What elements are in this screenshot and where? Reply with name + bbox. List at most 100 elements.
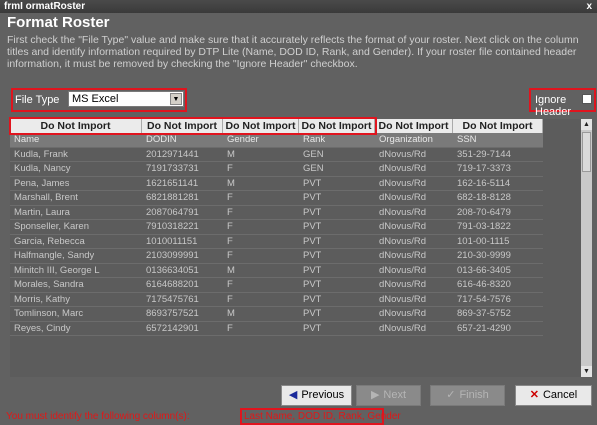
file-type-label: File Type (15, 94, 60, 106)
chevron-down-icon[interactable]: ▼ (170, 93, 182, 105)
table-cell: 682-18-8128 (457, 192, 511, 203)
scroll-thumb[interactable] (582, 132, 591, 172)
table-cell: 1010011151 (146, 235, 198, 247)
table-cell: Minitch III, George L (14, 264, 100, 276)
table-header-row: Name DODIN Gender Rank Organization SSN (10, 133, 543, 148)
table-cell: dNovus/Rd (379, 177, 426, 189)
table-cell: PVT (303, 206, 322, 218)
scroll-up-icon[interactable]: ▲ (581, 119, 592, 130)
table-cell: GEN (303, 163, 324, 174)
table-cell: 210-30-9999 (457, 250, 511, 261)
finish-label: Finish (459, 389, 489, 401)
table-cell: Kudla, Frank (14, 148, 68, 160)
table-cell: PVT (303, 308, 322, 319)
table-cell: 6821881281 (146, 192, 199, 203)
table-cell: 719-17-3373 (457, 163, 511, 174)
table-cell: PVT (303, 322, 322, 334)
x-icon: ✕ (529, 389, 539, 401)
table-cell: 657-21-4290 (457, 322, 511, 334)
table-cell: PVT (303, 264, 322, 276)
table-cell: Kudla, Nancy (14, 163, 71, 174)
column-header-6[interactable]: Do Not Import (453, 119, 543, 133)
table-cell: 2087064791 (146, 206, 199, 218)
table-cell: SSN (457, 134, 477, 145)
table-row: Sponseller, Karen 7910318221 F PVT dNovus/Rd… (10, 220, 543, 235)
table-cell: Halfmangle, Sandy (14, 250, 95, 261)
file-type-value: MS Excel (72, 93, 119, 105)
table-cell: PVT (303, 279, 322, 290)
table-cell: 7191733731 (146, 163, 199, 174)
file-type-select[interactable]: MS Excel ▼ (68, 91, 184, 107)
table-cell: PVT (303, 235, 322, 247)
table-cell: Garcia, Rebecca (14, 235, 85, 247)
table-cell: M (227, 177, 235, 189)
cancel-label: Cancel (542, 389, 578, 401)
page-title: Format Roster (7, 14, 110, 31)
vertical-scrollbar[interactable]: ▲ ▼ (581, 119, 592, 377)
table-cell: 1621651141 (146, 177, 199, 189)
scroll-down-icon[interactable]: ▼ (581, 366, 592, 377)
table-cell: Pena, James (14, 177, 70, 189)
table-cell: PVT (303, 177, 322, 189)
table-cell: 7175475761 (146, 293, 199, 305)
format-roster-window: frmI ormatRoster x Format Roster First c… (0, 0, 597, 425)
table-row: Morris, Kathy 7175475761 F PVT dNovus/Rd 717-… (10, 293, 543, 307)
table-row: Minitch III, George L 0136634051 M PVT dNovu… (10, 264, 543, 278)
previous-label: Previous (301, 389, 345, 401)
arrow-left-icon: ◀ (288, 389, 298, 401)
table-cell: 013-66-3405 (457, 264, 511, 276)
table-cell: F (227, 235, 233, 247)
table-cell: 7910318221 (146, 221, 199, 232)
table-cell: F (227, 293, 233, 305)
table-cell: 6572142901 (146, 322, 199, 334)
footer-required-columns: Last Name, DOD ID, Rank, Gender (244, 411, 401, 422)
table-cell: dNovus/Rd (379, 293, 426, 305)
table-cell: F (227, 206, 233, 218)
close-icon[interactable]: x (586, 0, 592, 13)
table-cell: Marshall, Brent (14, 192, 78, 203)
table-row: Kudla, Frank 2012971441 M GEN dNovus/Rd 351-2… (10, 148, 543, 162)
table-cell: Tomlinson, Marc (14, 308, 84, 319)
table-cell: M (227, 308, 235, 319)
table-cell: 869-37-5752 (457, 308, 511, 319)
table-cell: F (227, 279, 233, 290)
table-row: Tomlinson, Marc 8693757521 M PVT dNovus/Rd 86… (10, 307, 543, 322)
table-cell: 717-54-7576 (457, 293, 511, 305)
table-cell: 101-00-1115 (457, 235, 510, 247)
table-cell: Sponseller, Karen (14, 221, 89, 232)
table-cell: Name (14, 134, 40, 145)
table-cell: 616-46-8320 (457, 279, 511, 290)
table-cell: 2103099991 (146, 250, 199, 261)
table-cell: PVT (303, 221, 322, 232)
table-cell: dNovus/Rd (379, 192, 426, 203)
table-row: Halfmangle, Sandy 2103099991 F PVT dNovus/Rd… (10, 249, 543, 264)
table-cell: Organization (379, 134, 433, 145)
table-cell: dNovus/Rd (379, 250, 426, 261)
table-row: Marshall, Brent 6821881281 F PVT dNovus/Rd 68… (10, 191, 543, 206)
window-title: frmI ormatRoster (4, 1, 86, 12)
table-cell: Morales, Sandra (14, 279, 84, 290)
previous-button[interactable]: ◀ Previous (281, 385, 352, 406)
table-cell: PVT (303, 250, 322, 261)
table-cell: F (227, 163, 233, 174)
table-cell: dNovus/Rd (379, 148, 426, 160)
ignore-header-checkbox[interactable] (582, 94, 592, 104)
table-cell: F (227, 250, 233, 261)
next-button[interactable]: ▶ Next (356, 385, 421, 406)
table-cell: dNovus/Rd (379, 235, 426, 247)
table-cell: F (227, 192, 233, 203)
cancel-button[interactable]: ✕ Cancel (515, 385, 592, 406)
table-cell: F (227, 221, 233, 232)
arrow-right-icon: ▶ (370, 389, 380, 401)
finish-button[interactable]: ✓ Finish (430, 385, 505, 406)
table-cell: M (227, 264, 235, 276)
required-columns-highlight (9, 117, 377, 135)
table-cell: 6164688201 (146, 279, 199, 290)
table-cell: dNovus/Rd (379, 221, 426, 232)
table-cell: M (227, 148, 235, 160)
check-icon: ✓ (446, 389, 456, 401)
table-cell: Rank (303, 134, 326, 145)
table-row: Kudla, Nancy 7191733731 F GEN dNovus/Rd 719-1… (10, 162, 543, 177)
table-cell: Morris, Kathy (14, 293, 70, 305)
column-header-5[interactable]: Do Not Import (375, 119, 453, 133)
